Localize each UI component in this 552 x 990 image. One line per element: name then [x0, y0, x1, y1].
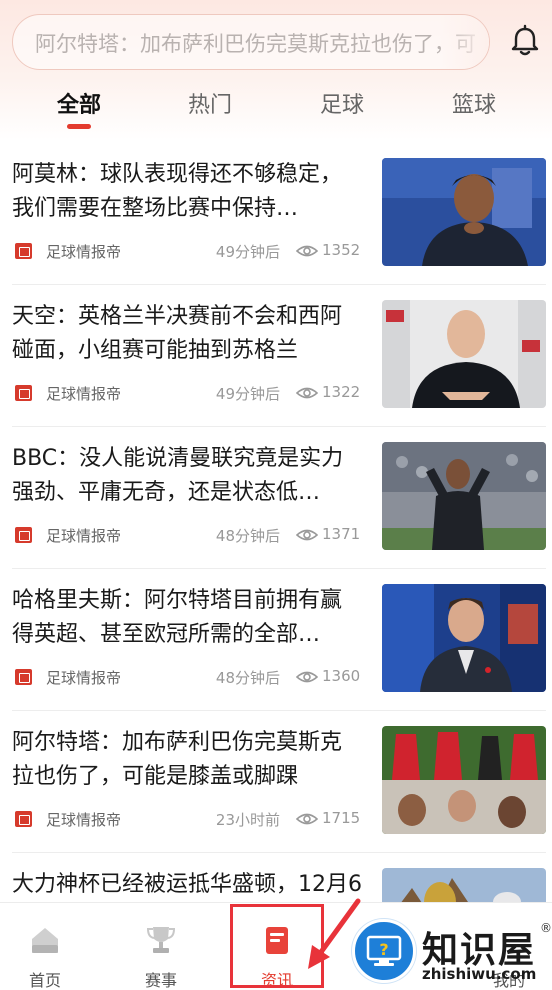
- article-source: 足球情报帝: [46, 527, 122, 545]
- article-views: 1360: [322, 667, 361, 685]
- tab-all[interactable]: 全部: [34, 87, 124, 119]
- home-icon: [32, 928, 58, 953]
- article-item[interactable]: 阿尔特塔：加布萨利巴伤完莫斯克拉也伤了，可能是膝盖或脚踝 足球情报帝 23小时前…: [0, 726, 552, 868]
- article-source: 足球情报帝: [46, 811, 122, 829]
- divider: [12, 710, 546, 711]
- article-item[interactable]: BBC：没人能说清曼联究竟是实力强劲、平庸无奇，还是状态低… 足球情报帝 48分…: [0, 442, 552, 584]
- article-title[interactable]: 阿莫林：球队表现得还不够稳定，我们需要在整场比赛中保持…: [12, 158, 362, 226]
- article-thumbnail[interactable]: [382, 726, 546, 834]
- article-item[interactable]: 天空：英格兰半决赛前不会和西阿碰面，小组赛可能抽到苏格兰 足球情报帝 49分钟后…: [0, 300, 552, 442]
- article-source: 足球情报帝: [46, 243, 122, 261]
- article-thumbnail[interactable]: [382, 584, 546, 692]
- article-meta: 足球情报帝 49分钟后 1352: [12, 240, 362, 264]
- source-logo-icon: [15, 811, 32, 827]
- article-meta: 足球情报帝 48分钟后 1360: [12, 666, 362, 690]
- eye-icon: [296, 813, 318, 825]
- watermark-logo-icon: ?: [352, 919, 416, 983]
- article-source: 足球情报帝: [46, 385, 122, 403]
- nav-home-label: 首页: [28, 971, 61, 990]
- article-title[interactable]: 哈格里夫斯：阿尔特塔目前拥有赢得英超、甚至欧冠所需的全部…: [12, 584, 362, 652]
- article-thumbnail[interactable]: [382, 442, 546, 550]
- monitor-question-icon: ?: [366, 935, 402, 966]
- eye-icon: [296, 387, 318, 399]
- article-item[interactable]: 阿莫林：球队表现得还不够稳定，我们需要在整场比赛中保持… 足球情报帝 49分钟后…: [0, 158, 552, 300]
- article-thumbnail[interactable]: [382, 158, 546, 266]
- nav-matches[interactable]: 赛事: [116, 903, 206, 990]
- article-views: 1371: [322, 525, 361, 543]
- tab-basketball[interactable]: 篮球: [429, 87, 519, 119]
- article-time: 23小时前: [215, 811, 280, 829]
- divider: [12, 568, 546, 569]
- article-views: 1322: [322, 383, 361, 401]
- article-time: 49分钟后: [215, 243, 280, 261]
- top-header: 阿尔特塔：加布萨利巴伤完莫斯克拉也伤了，可能是膝盖或脚踝 全部 热门 足球 篮球: [0, 0, 552, 140]
- source-logo-icon: [15, 385, 32, 401]
- article-source: 足球情报帝: [46, 669, 122, 687]
- article-views: 1715: [322, 809, 361, 827]
- active-tab-indicator: [67, 124, 91, 129]
- article-time: 48分钟后: [215, 669, 280, 687]
- eye-icon: [296, 245, 318, 257]
- article-thumbnail[interactable]: [382, 300, 546, 408]
- eye-icon: [296, 529, 318, 541]
- tab-football[interactable]: 足球: [297, 87, 387, 119]
- svg-text:?: ?: [379, 940, 388, 959]
- watermark-registered-mark: ®: [540, 921, 552, 935]
- trophy-icon: [146, 927, 176, 953]
- search-placeholder[interactable]: 阿尔特塔：加布萨利巴伤完莫斯克拉也伤了，可能是膝盖或脚踝: [35, 28, 475, 58]
- divider: [12, 426, 546, 427]
- article-meta: 足球情报帝 23小时前 1715: [12, 808, 362, 832]
- article-title[interactable]: 阿尔特塔：加布萨利巴伤完莫斯克拉也伤了，可能是膝盖或脚踝: [12, 726, 362, 794]
- source-logo-icon: [15, 527, 32, 543]
- nav-matches-label: 赛事: [144, 971, 177, 990]
- article-meta: 足球情报帝 49分钟后 1322: [12, 382, 362, 406]
- article-views: 1352: [322, 241, 361, 259]
- nav-home[interactable]: 首页: [0, 903, 90, 990]
- article-time: 48分钟后: [215, 527, 280, 545]
- notification-bell-icon[interactable]: [508, 24, 542, 58]
- divider: [12, 284, 546, 285]
- watermark-url: zhishiwu.com: [422, 965, 537, 983]
- eye-icon: [296, 671, 318, 683]
- article-meta: 足球情报帝 48分钟后 1371: [12, 524, 362, 548]
- article-item[interactable]: 哈格里夫斯：阿尔特塔目前拥有赢得英超、甚至欧冠所需的全部… 足球情报帝 48分钟…: [0, 584, 552, 726]
- watermark: ? 知识屋 ® zhishiwu.com: [350, 905, 552, 990]
- search-fade: [439, 15, 489, 69]
- search-bar[interactable]: 阿尔特塔：加布萨利巴伤完莫斯克拉也伤了，可能是膝盖或脚踝: [12, 14, 490, 70]
- source-logo-icon: [15, 243, 32, 259]
- tab-hot[interactable]: 热门: [165, 87, 255, 119]
- article-time: 49分钟后: [215, 385, 280, 403]
- article-title[interactable]: BBC：没人能说清曼联究竟是实力强劲、平庸无奇，还是状态低…: [12, 442, 362, 510]
- source-logo-icon: [15, 669, 32, 685]
- article-title[interactable]: 天空：英格兰半决赛前不会和西阿碰面，小组赛可能抽到苏格兰: [12, 300, 362, 368]
- category-tabs: 全部 热门 足球 篮球: [0, 82, 552, 132]
- divider: [12, 852, 546, 853]
